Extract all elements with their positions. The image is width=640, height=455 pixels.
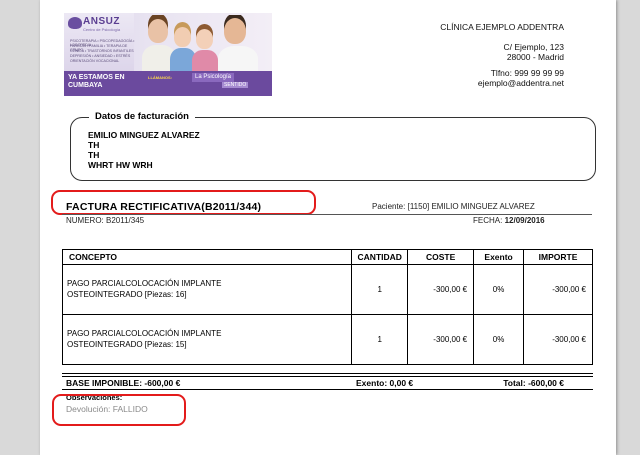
billing-name: EMILIO MINGUEZ ALVAREZ [88,130,200,140]
banner-headline: YA ESTAMOS EN CUMBAYA [68,74,125,89]
exento-total: Exento: 0,00 € [356,378,414,388]
banner-call-label: LLÁMANOS: [148,75,172,80]
invoice-page: ANSUZ Centro de Psicología PSICOTERAPIA … [40,0,616,455]
logo-icon [68,17,82,29]
banner-service-line: CLÍNICA • TRASTORNOS INFANTILES [70,49,134,53]
cell-exento: 0% [473,264,525,315]
cell-exento: 0% [473,314,525,365]
clinic-email: ejemplo@addentra.net [477,78,564,88]
number-value: B2011/345 [106,216,145,225]
clinic-city: 28000 - Madrid [506,52,564,62]
cell-cantidad: 1 [351,314,409,365]
highlight-circle-title [51,190,316,215]
banner-service-line: ORIENTACIÓN VOCACIONAL [70,59,120,63]
date-label: FECHA: [473,216,503,225]
cell-cantidad: 1 [351,264,409,315]
invoice-number: NUMERO: B2011/345 [66,216,144,225]
highlight-circle-observations [52,394,186,426]
cell-coste: -300,00 € [407,264,475,315]
billing-line: TH [88,140,100,150]
table-row: PAGO PARCIALCOLOCACIÓN IMPLANTE OSTEOINT… [61,314,593,365]
concepto-line: PAGO PARCIALCOLOCACIÓN IMPLANTE [67,279,222,288]
date-value: 12/09/2016 [504,216,545,225]
cell-concepto: PAGO PARCIALCOLOCACIÓN IMPLANTE OSTEOINT… [61,314,353,365]
clinic-street: C/ Ejemplo, 123 [503,42,564,52]
table-row: PAGO PARCIALCOLOCACIÓN IMPLANTE OSTEOINT… [61,264,593,315]
family-photo [140,15,270,75]
divider [62,214,592,215]
concepto-line: PAGO PARCIALCOLOCACIÓN IMPLANTE [67,329,222,338]
base-imponible: BASE IMPONIBLE: -600,00 € [66,378,181,388]
banner-logo: ANSUZ [83,16,120,27]
billing-line: WHRT HW WRH [88,160,153,170]
patient-info: Paciente: [1150] EMILIO MINGUEZ ALVAREZ [372,202,535,211]
banner-tagline: La Psicología [192,73,235,82]
col-header-coste: COSTE [407,249,475,265]
patient-label: Paciente: [372,202,406,211]
col-header-cantidad: CANTIDAD [351,249,409,265]
col-header-importe: IMPORTE [523,249,593,265]
cell-coste: -300,00 € [407,314,475,365]
line-items-table: CONCEPTO CANTIDAD COSTE Exento IMPORTE P… [61,249,593,365]
invoice-date: FECHA: 12/09/2016 [473,216,545,225]
invoice-total: Total: -600,00 € [503,378,564,388]
cell-importe: -300,00 € [523,314,593,365]
totals-divider [62,373,593,377]
table-header-row: CONCEPTO CANTIDAD COSTE Exento IMPORTE [61,249,593,265]
col-header-exento: Exento [473,249,525,265]
billing-box [70,117,596,181]
patient-value: [1150] EMILIO MINGUEZ ALVAREZ [407,202,535,211]
banner-logo-subtitle: Centro de Psicología [83,27,121,32]
clinic-name: CLÍNICA EJEMPLO ADDENTRA [440,22,564,32]
clinic-phone: Tlfno: 999 99 99 99 [490,68,564,78]
divider [62,389,593,390]
clinic-banner-image: ANSUZ Centro de Psicología PSICOTERAPIA … [64,13,272,96]
cell-importe: -300,00 € [523,264,593,315]
billing-title: Datos de facturación [89,111,195,122]
cell-concepto: PAGO PARCIALCOLOCACIÓN IMPLANTE OSTEOINT… [61,264,353,315]
banner-service-line: DEPRESIÓN • ANSIEDAD • ESTRÉS [70,54,131,58]
banner-tagline-2: SENTIDO [222,82,249,88]
number-label: NUMERO: [66,216,104,225]
col-header-concepto: CONCEPTO [61,249,353,265]
concepto-line: OSTEOINTEGRADO [Piezas: 15] [67,339,187,349]
billing-line: TH [88,150,100,160]
concepto-line: OSTEOINTEGRADO [Piezas: 16] [67,289,187,299]
